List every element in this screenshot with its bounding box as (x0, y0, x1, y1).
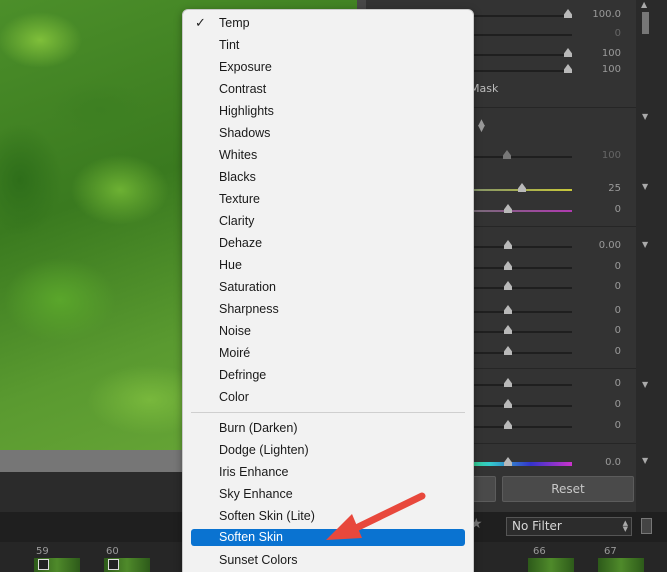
slider-value: 0 (614, 378, 621, 389)
panel-scrollbar[interactable]: ▲ ▼ ▼ ▼ ▼ ▼ (636, 0, 667, 512)
slider-value: 0 (614, 204, 621, 215)
slider-value: 100 (601, 48, 621, 59)
scroll-up-icon[interactable]: ▲ (641, 0, 647, 9)
slider-value: 0 (614, 325, 621, 336)
slider-thumb[interactable] (504, 204, 512, 213)
slider-value: 100 (601, 64, 621, 75)
slider-value: 100.0 (592, 9, 621, 20)
menu-item-defringe[interactable]: Defringe (191, 364, 465, 386)
mask-label: Mask (470, 82, 499, 95)
frame-number: 66 (533, 546, 546, 557)
menu-item-saturation[interactable]: Saturation (191, 276, 465, 298)
frame-number: 60 (106, 546, 119, 557)
slider-value: 0 (614, 305, 621, 316)
slider-thumb[interactable] (503, 150, 511, 159)
menu-item-color[interactable]: Color (191, 386, 465, 408)
menu-item-clarity[interactable]: Clarity (191, 210, 465, 232)
scroll-arrow-icon: ▼ (642, 380, 649, 389)
menu-item-dehaze[interactable]: Dehaze (191, 232, 465, 254)
checkmark-icon: ✓ (195, 15, 206, 30)
menu-item-whites[interactable]: Whites (191, 144, 465, 166)
menu-item-moire[interactable]: Moiré (191, 342, 465, 364)
menu-item-temp[interactable]: ✓ Temp (191, 12, 465, 34)
scrollbar-thumb[interactable] (642, 12, 649, 34)
filmstrip-toggle[interactable] (641, 518, 652, 534)
menu-item-sharpness[interactable]: Sharpness (191, 298, 465, 320)
slider-value: 0 (614, 28, 621, 39)
reset-button[interactable]: Reset (502, 476, 634, 502)
frame-number: 59 (36, 546, 49, 557)
slider-value: 0 (614, 281, 621, 292)
menu-item-burn-darken[interactable]: Burn (Darken) (191, 417, 465, 439)
slider-thumb[interactable] (504, 378, 512, 387)
slider-thumb[interactable] (504, 281, 512, 290)
menu-item-hue[interactable]: Hue (191, 254, 465, 276)
menu-item-tint[interactable]: Tint (191, 34, 465, 56)
frame-thumbnail[interactable] (598, 558, 644, 572)
edit-badge-icon (38, 559, 49, 570)
slider-value: 0 (614, 399, 621, 410)
menu-separator (191, 412, 465, 413)
slider-value: 25 (608, 183, 621, 194)
frame-thumbnail[interactable] (528, 558, 574, 572)
filter-select[interactable]: No Filter ▲ ▼ (506, 517, 632, 536)
menu-item-iris-enhance[interactable]: Iris Enhance (191, 461, 465, 483)
frame-number: 67 (604, 546, 617, 557)
slider-value: 0.00 (598, 240, 621, 251)
up-down-arrows-icon: ▲ ▼ (622, 519, 628, 533)
scroll-arrow-icon: ▼ (642, 112, 649, 121)
menu-item-noise[interactable]: Noise (191, 320, 465, 342)
slider-value: 0 (614, 346, 621, 357)
slider-value: 0 (614, 420, 621, 431)
menu-item-contrast[interactable]: Contrast (191, 78, 465, 100)
menu-item-highlights[interactable]: Highlights (191, 100, 465, 122)
scroll-arrow-icon: ▼ (642, 240, 649, 249)
menu-item-texture[interactable]: Texture (191, 188, 465, 210)
slider-thumb[interactable] (504, 420, 512, 429)
slider-thumb[interactable] (504, 346, 512, 355)
filter-value: No Filter (512, 519, 562, 533)
slider-thumb[interactable] (504, 457, 512, 466)
scroll-arrow-icon: ▼ (642, 456, 649, 465)
slider-value: 0 (614, 261, 621, 272)
slider-value: 0.0 (605, 457, 621, 468)
up-down-arrows-icon[interactable]: ▲ ▼ (478, 119, 485, 134)
annotation-arrow-icon (326, 492, 426, 540)
effect-dropdown-menu: ✓ Temp Tint Exposure Contrast Highlights… (182, 9, 474, 572)
edit-badge-icon (108, 559, 119, 570)
menu-item-sunset-colors[interactable]: Sunset Colors (191, 549, 465, 571)
slider-value: 100 (601, 150, 621, 161)
menu-item-dodge-lighten[interactable]: Dodge (Lighten) (191, 439, 465, 461)
scroll-arrow-icon: ▼ (642, 182, 649, 191)
menu-item-shadows[interactable]: Shadows (191, 122, 465, 144)
slider-thumb[interactable] (518, 183, 526, 192)
slider-thumb[interactable] (504, 305, 512, 314)
slider-thumb[interactable] (504, 325, 512, 334)
slider-thumb[interactable] (504, 240, 512, 249)
menu-item-exposure[interactable]: Exposure (191, 56, 465, 78)
slider-thumb[interactable] (504, 399, 512, 408)
menu-item-blacks[interactable]: Blacks (191, 166, 465, 188)
slider-thumb[interactable] (504, 261, 512, 270)
